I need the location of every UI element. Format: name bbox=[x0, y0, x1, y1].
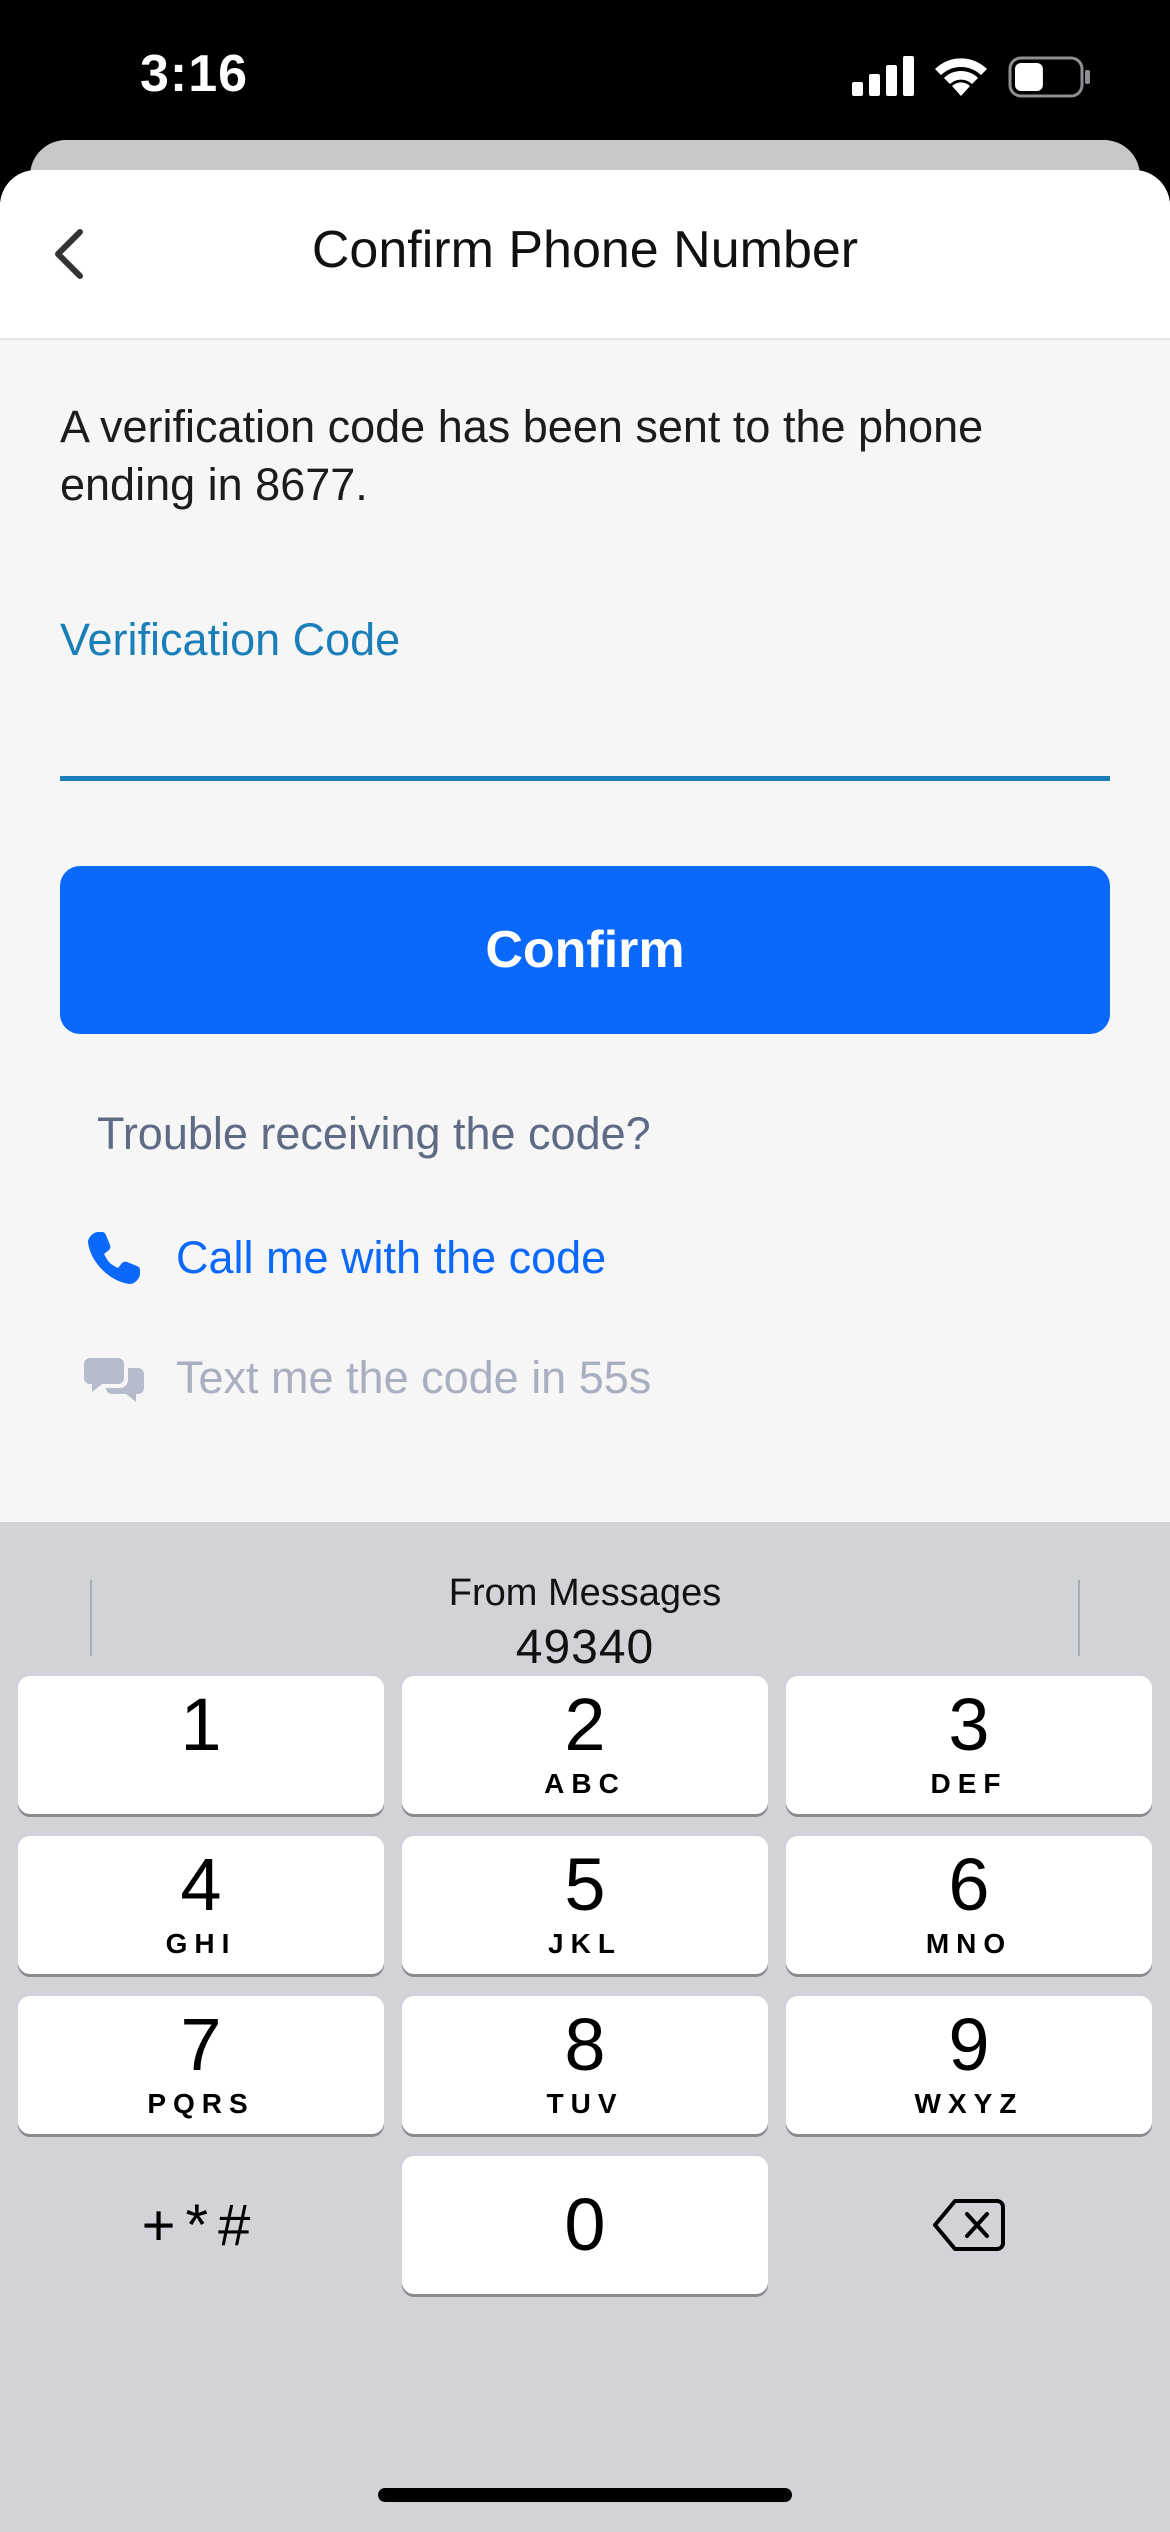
key-digit: 8 bbox=[564, 2003, 606, 2086]
confirm-button[interactable]: Confirm bbox=[60, 866, 1110, 1034]
verification-code-underline bbox=[60, 776, 1110, 781]
battery-icon bbox=[1008, 56, 1090, 98]
key-6[interactable]: 6 MNO bbox=[786, 1836, 1152, 1974]
verification-message: A verification code has been sent to the… bbox=[60, 401, 984, 510]
key-1[interactable]: 1 bbox=[18, 1676, 384, 1814]
key-3[interactable]: 3 DEF bbox=[786, 1676, 1152, 1814]
suggestion-code: 49340 bbox=[515, 1621, 655, 1674]
delete-backspace-icon bbox=[933, 2199, 1005, 2251]
key-digit: 5 bbox=[564, 1843, 606, 1926]
key-letters: WXYZ bbox=[914, 2088, 1024, 2119]
key-digit: 2 bbox=[564, 1683, 606, 1766]
text-me-option: Text me the code in 55s bbox=[84, 1338, 651, 1418]
key-letters: ABC bbox=[544, 1768, 626, 1799]
call-me-option[interactable]: Call me with the code bbox=[84, 1218, 606, 1298]
key-8[interactable]: 8 TUV bbox=[402, 1996, 768, 2134]
navigation-bar: Confirm Phone Number bbox=[0, 170, 1170, 340]
symbols-key[interactable]: +*# bbox=[18, 2156, 384, 2294]
chevron-left-icon bbox=[55, 229, 83, 279]
text-me-label: Text me the code in 55s bbox=[176, 1352, 652, 1403]
chat-bubbles-icon bbox=[84, 1358, 144, 1402]
delete-key[interactable] bbox=[786, 2156, 1152, 2294]
key-digit: 4 bbox=[180, 1843, 222, 1926]
phone-screen: 3:16 Confirm Phone Number A verification… bbox=[0, 0, 1170, 2532]
key-2[interactable]: 2 ABC bbox=[402, 1676, 768, 1814]
key-letters: MNO bbox=[925, 1928, 1013, 1959]
signal-icon bbox=[852, 56, 914, 96]
key-digit: 9 bbox=[948, 2003, 990, 2086]
key-letters: JKL bbox=[548, 1928, 622, 1959]
key-letters: DEF bbox=[930, 1768, 1008, 1799]
verification-code-input[interactable] bbox=[60, 690, 1110, 774]
key-letters: PQRS bbox=[147, 2088, 255, 2119]
key-5[interactable]: 5 JKL bbox=[402, 1836, 768, 1974]
back-button[interactable] bbox=[30, 214, 110, 294]
key-digit: 6 bbox=[948, 1843, 990, 1926]
key-letters: TUV bbox=[546, 2088, 624, 2119]
key-9[interactable]: 9 WXYZ bbox=[786, 1996, 1152, 2134]
call-me-label: Call me with the code bbox=[176, 1232, 607, 1283]
key-digit: 7 bbox=[180, 2003, 222, 2086]
key-7[interactable]: 7 PQRS bbox=[18, 1996, 384, 2134]
key-digit: 1 bbox=[180, 1683, 222, 1766]
status-bar: 3:16 bbox=[0, 0, 1170, 150]
autofill-suggestion[interactable]: From Messages 49340 bbox=[0, 1542, 1170, 1674]
wifi-icon bbox=[935, 58, 987, 96]
key-letters: GHI bbox=[165, 1928, 237, 1959]
key-4[interactable]: 4 GHI bbox=[18, 1836, 384, 1974]
key-digit: 0 bbox=[564, 2183, 606, 2266]
page-title: Confirm Phone Number bbox=[311, 221, 859, 279]
key-digit: 3 bbox=[948, 1683, 990, 1766]
trouble-text: Trouble receiving the code? bbox=[97, 1108, 651, 1159]
phone-icon bbox=[88, 1232, 140, 1284]
home-indicator bbox=[378, 2488, 792, 2502]
verification-code-label: Verification Code bbox=[60, 614, 401, 665]
status-time: 3:16 bbox=[140, 45, 249, 103]
key-0[interactable]: 0 bbox=[402, 2156, 768, 2294]
suggestion-source: From Messages bbox=[448, 1572, 722, 1614]
